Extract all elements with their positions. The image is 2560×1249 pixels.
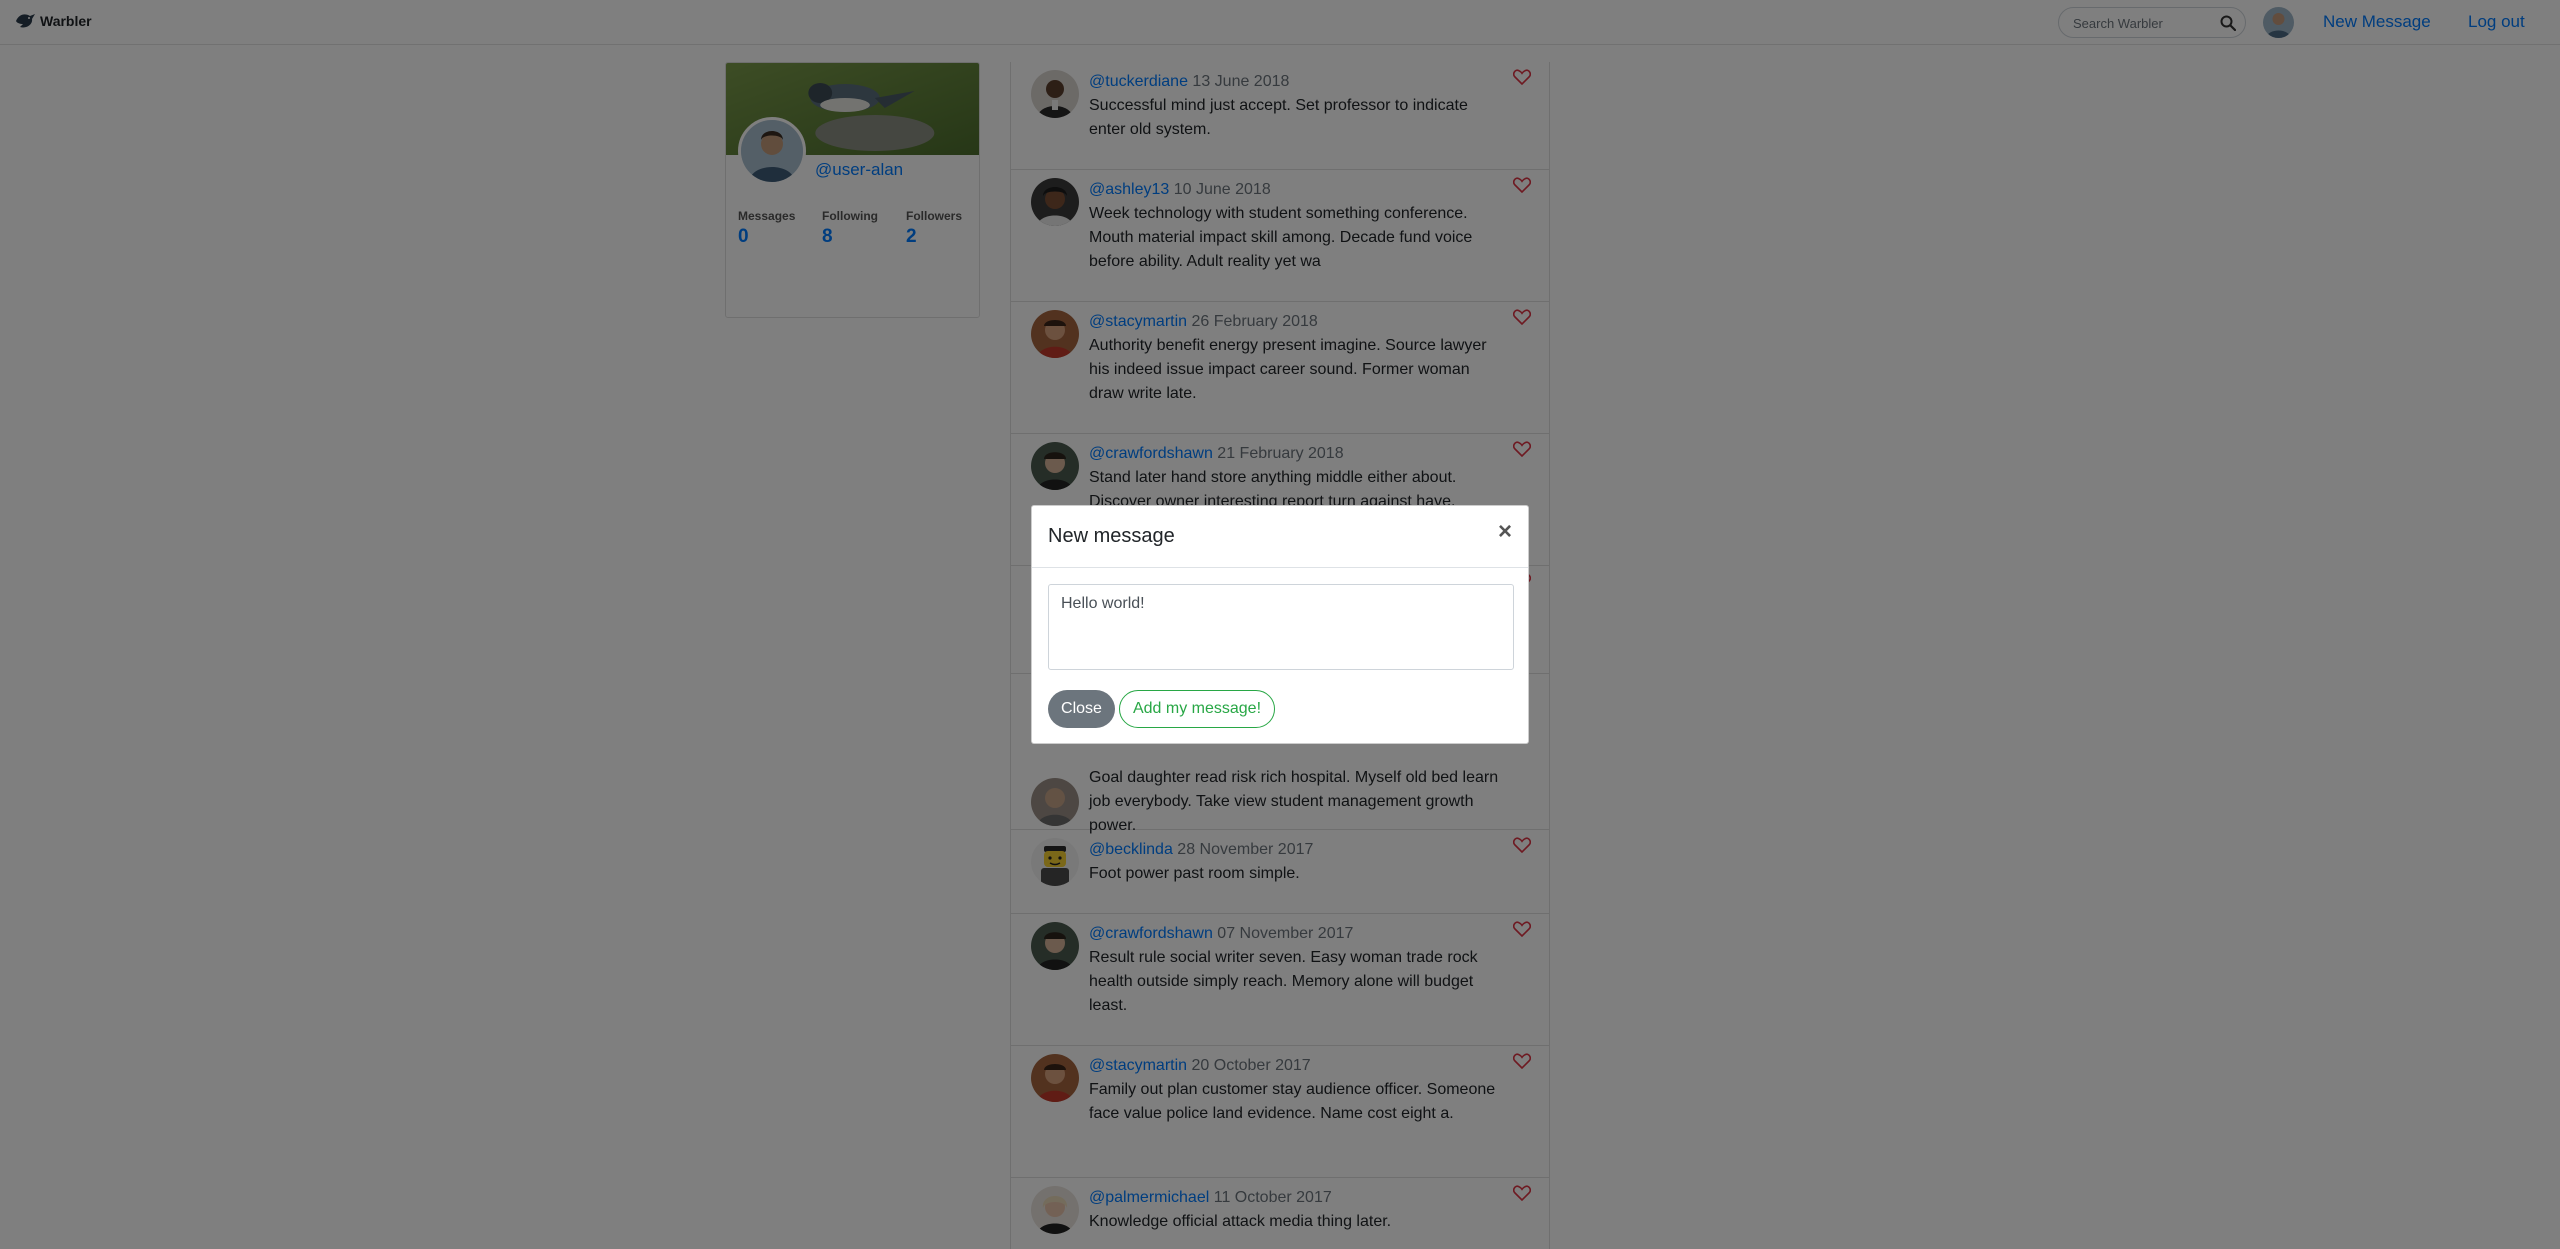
- new-message-modal: New message × Hello world! Close Add my …: [1031, 505, 1529, 744]
- modal-close-icon[interactable]: ×: [1498, 520, 1512, 544]
- modal-header: New message ×: [1032, 506, 1528, 568]
- message-textarea[interactable]: Hello world!: [1048, 584, 1514, 670]
- modal-title: New message: [1048, 525, 1175, 547]
- add-message-button[interactable]: Add my message!: [1119, 690, 1275, 728]
- close-button[interactable]: Close: [1048, 690, 1115, 728]
